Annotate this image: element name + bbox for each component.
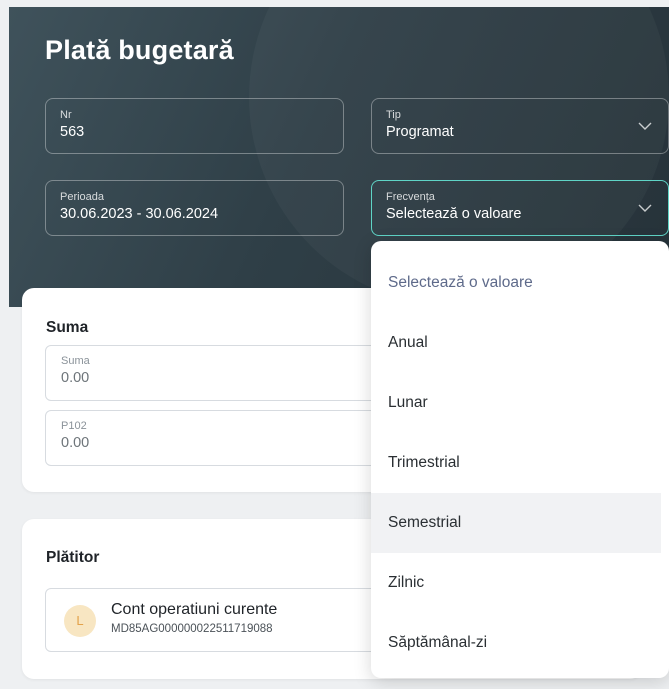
nr-field[interactable]: Nr 563: [45, 98, 344, 154]
account-iban: MD85AG000000022511719088: [111, 623, 273, 635]
dropdown-option-anual[interactable]: Anual: [371, 313, 661, 373]
perioada-label: Perioada: [60, 191, 105, 203]
perioada-value: 30.06.2023 - 30.06.2024: [60, 206, 219, 222]
payer-account-selector[interactable]: L Cont operatiuni curente MD85AG00000002…: [45, 588, 405, 652]
frecventa-dropdown-menu: Selectează o valoare Anual Lunar Trimest…: [371, 241, 669, 678]
nr-label: Nr: [60, 109, 72, 121]
dropdown-option-placeholder[interactable]: Selectează o valoare: [371, 253, 661, 313]
p102-input[interactable]: P102 0.00: [45, 410, 405, 466]
perioada-field[interactable]: Perioada 30.06.2023 - 30.06.2024: [45, 180, 344, 236]
frecventa-label: Frecvența: [386, 191, 435, 203]
dropdown-option-lunar[interactable]: Lunar: [371, 373, 661, 433]
p102-label: P102: [61, 420, 87, 432]
tip-label: Tip: [386, 109, 401, 121]
chevron-down-icon: [638, 122, 652, 130]
tip-select[interactable]: Tip Programat: [371, 98, 669, 154]
dropdown-option-zilnic[interactable]: Zilnic: [371, 553, 661, 613]
dropdown-option-trimestrial[interactable]: Trimestrial: [371, 433, 661, 493]
page-title: Plată bugetară: [45, 35, 234, 65]
platitor-section-title: Plătitor: [46, 549, 100, 566]
account-name: Cont operatiuni curente: [111, 601, 278, 618]
tip-value: Programat: [386, 124, 454, 140]
nr-value: 563: [60, 124, 85, 140]
chevron-down-icon: [638, 204, 652, 212]
suma-label: Suma: [61, 355, 90, 367]
avatar: L: [64, 605, 96, 637]
p102-value: 0.00: [61, 435, 90, 451]
frecventa-select[interactable]: Frecvența Selectează o valoare: [371, 180, 669, 236]
dropdown-option-semestrial[interactable]: Semestrial: [371, 493, 661, 553]
suma-value: 0.00: [61, 370, 90, 386]
suma-section-title: Suma: [46, 319, 89, 336]
frecventa-value: Selectează o valoare: [386, 206, 522, 222]
dropdown-option-saptamanal-zi[interactable]: Săptămânal-zi: [371, 613, 661, 673]
suma-input[interactable]: Suma 0.00: [45, 345, 405, 401]
